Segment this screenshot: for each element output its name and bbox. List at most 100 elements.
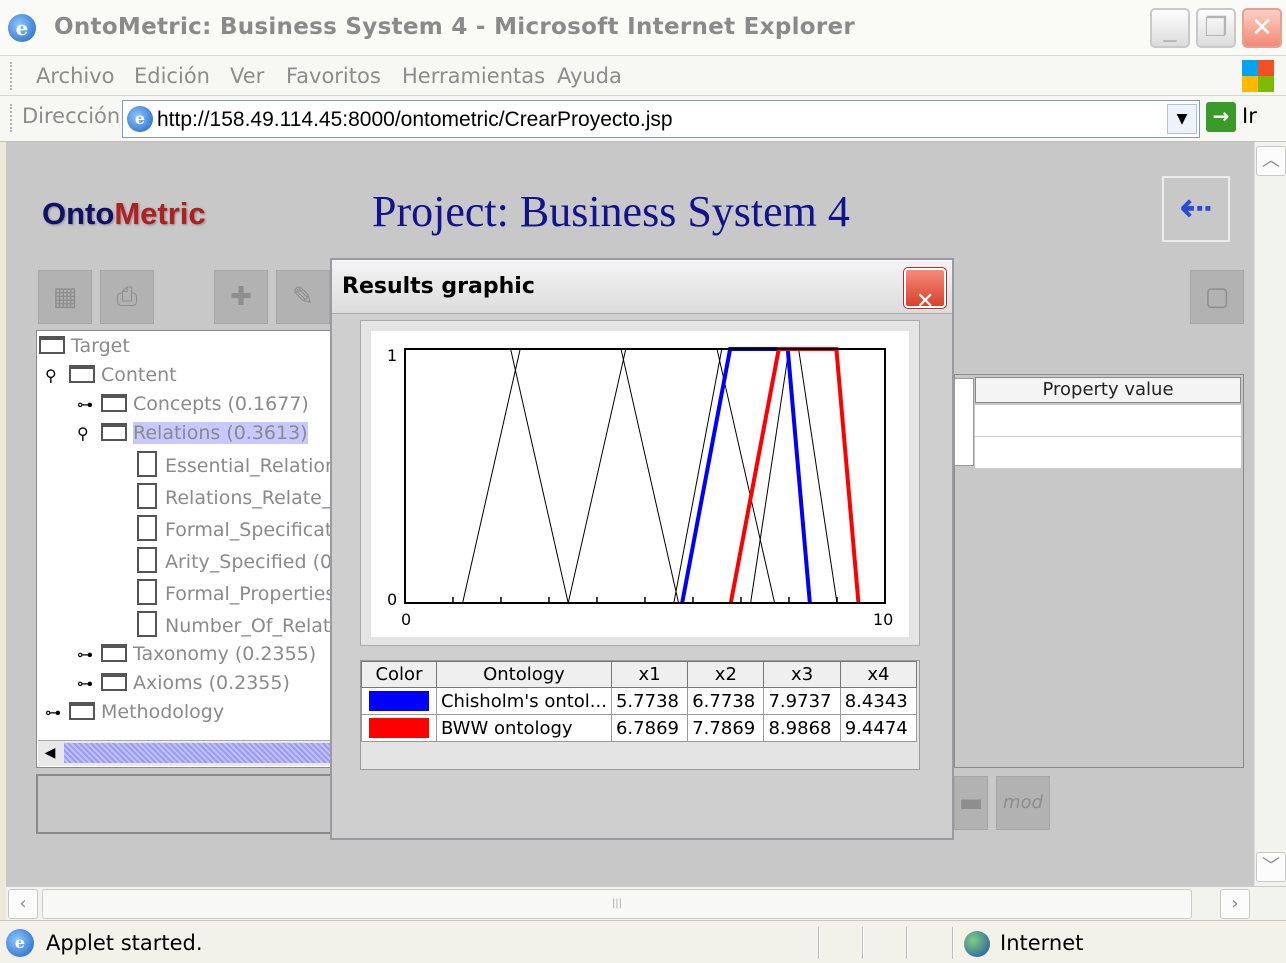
back-arrow-icon: ⇠: [1179, 185, 1213, 231]
address-bar: Dirección e http://158.49.114.45:8000/on…: [0, 96, 1286, 142]
go-button[interactable]: Ir: [1242, 104, 1257, 128]
security-zone: Internet: [1000, 931, 1084, 955]
tree-item-arity-specified[interactable]: Arity_Specified (0.1: [137, 547, 350, 573]
folder-icon: [69, 702, 95, 720]
delete-button[interactable]: ▬: [954, 776, 988, 830]
y-tick-label-min: 0: [387, 590, 397, 609]
modify-button[interactable]: mod: [996, 776, 1050, 830]
floppy-icon: ▦: [52, 282, 78, 312]
dialog-title-bar[interactable]: Results graphic ✕: [332, 260, 952, 314]
ontology-cell: BWW ontology: [435, 714, 612, 742]
results-graphic-dialog: Results graphic ✕ 1 0 0 10 Color Ontolog…: [330, 258, 954, 840]
column-header-x2[interactable]: x2: [687, 661, 765, 688]
color-cell: [361, 714, 437, 742]
tree-item-formal-properties[interactable]: Formal_Properties: [137, 579, 335, 605]
expanded-node-icon[interactable]: ⚲: [77, 424, 93, 443]
ontology-tree[interactable]: Target ⚲ Content ⊶ Concepts (0.1677) ⚲ Rela…: [36, 330, 350, 768]
column-header-x1[interactable]: x1: [610, 661, 689, 688]
menu-edicion[interactable]: Edición: [134, 64, 210, 88]
scroll-down-icon[interactable]: ﹀: [1256, 852, 1286, 882]
x2-cell: 6.7738: [687, 687, 765, 715]
window-title-bar[interactable]: e OntoMetric: Business System 4 - Micros…: [0, 0, 1286, 56]
tree-item-methodology[interactable]: ⊶ Methodology: [45, 701, 224, 723]
folder-icon: [69, 365, 95, 383]
tree-item-relations-relate[interactable]: Relations_Relate_: [137, 483, 331, 509]
dialog-close-button[interactable]: ✕: [903, 267, 947, 314]
fullscreen-button[interactable]: ▢: [1190, 270, 1244, 324]
series-line: [728, 347, 861, 604]
vertical-scrollbar[interactable]: ︿ ﹀: [1254, 142, 1286, 886]
address-grip[interactable]: [10, 104, 13, 132]
x1-cell: 5.7738: [610, 687, 689, 715]
scroll-left-icon[interactable]: ‹: [8, 889, 38, 919]
tree-item-formal-specification[interactable]: Formal_Specificati: [137, 515, 338, 541]
x2-cell: 7.7869: [687, 714, 765, 742]
color-swatch: [368, 718, 429, 738]
horizontal-scrollbar[interactable]: ‹ ||| ›: [6, 886, 1286, 920]
tree-item-axioms[interactable]: ⊶ Axioms (0.2355): [77, 672, 290, 694]
property-value-header[interactable]: Property value: [975, 377, 1241, 403]
print-button[interactable]: ⎙: [100, 270, 154, 324]
menu-herramientas[interactable]: Herramientas: [402, 64, 545, 88]
scroll-left-icon[interactable]: ◀: [40, 743, 60, 763]
minimize-button[interactable]: _: [1150, 8, 1190, 48]
collapsed-node-icon[interactable]: ⊶: [77, 395, 93, 414]
x4-cell: 8.4343: [839, 687, 918, 715]
address-url: http://158.49.114.45:8000/ontometric/Cre…: [157, 108, 673, 131]
menu-archivo[interactable]: Archivo: [36, 64, 115, 88]
scroll-thumb[interactable]: [64, 743, 330, 763]
maximize-button[interactable]: ❐: [1196, 8, 1236, 48]
status-divider: [906, 927, 908, 959]
tree-horizontal-scrollbar[interactable]: ◀: [38, 740, 336, 766]
back-button[interactable]: ⇠: [1162, 176, 1230, 242]
tree-item-number-of-relations[interactable]: Number_Of_Relat: [137, 611, 330, 637]
color-cell: [361, 687, 437, 715]
toolbar-grip[interactable]: [10, 62, 13, 90]
address-dropdown-button[interactable]: ▼: [1167, 104, 1197, 134]
reference-membership-line: [673, 348, 723, 604]
folder-icon: [101, 673, 127, 691]
tree-item-essential-relation[interactable]: Essential_Relation: [137, 451, 337, 477]
ie-logo-icon: e: [8, 14, 36, 42]
go-arrow-icon[interactable]: →: [1206, 102, 1236, 132]
menu-ver[interactable]: Ver: [230, 64, 264, 88]
column-header-x3[interactable]: x3: [763, 661, 841, 688]
status-text: Applet started.: [46, 931, 203, 955]
tree-item-taxonomy[interactable]: ⊶ Taxonomy (0.2355): [77, 643, 316, 665]
close-icon: ✕: [916, 289, 935, 314]
x4-cell: 9.4474: [839, 714, 918, 742]
table-row[interactable]: BWW ontology 6.7869 7.7869 8.9868 9.4474: [361, 714, 918, 742]
edit-button[interactable]: ✎: [276, 270, 330, 324]
chart-frame: 1 0 0 10: [360, 320, 920, 646]
table-row[interactable]: Chisholm's ontol... 5.7738 6.7738 7.9737…: [361, 687, 918, 715]
folder-icon: [39, 336, 65, 354]
reference-membership-line: [716, 348, 776, 604]
tree-item-target[interactable]: Target: [39, 335, 130, 357]
menu-ayuda[interactable]: Ayuda: [557, 64, 622, 88]
table-row[interactable]: [975, 437, 1241, 469]
collapsed-node-icon[interactable]: ⊶: [77, 674, 93, 693]
tree-item-concepts[interactable]: ⊶ Concepts (0.1677): [77, 393, 309, 415]
collapsed-node-icon[interactable]: ⊶: [45, 703, 61, 722]
tree-item-relations[interactable]: ⚲ Relations (0.3613): [77, 422, 308, 444]
window-title: OntoMetric: Business System 4 - Microsof…: [54, 14, 856, 40]
close-window-button[interactable]: ✕: [1242, 8, 1282, 48]
results-table-panel: Color Ontology x1 x2 x3 x4 Chisholm's on…: [360, 660, 920, 770]
column-header-ontology[interactable]: Ontology: [435, 661, 612, 688]
scroll-up-icon[interactable]: ︿: [1256, 146, 1286, 176]
page-icon: e: [127, 106, 153, 132]
scroll-right-icon[interactable]: ›: [1220, 889, 1250, 919]
dialog-title: Results graphic: [342, 274, 535, 299]
column-header-color[interactable]: Color: [361, 661, 437, 688]
menu-favoritos[interactable]: Favoritos: [286, 64, 381, 88]
status-divider: [862, 927, 864, 959]
save-button[interactable]: ▦: [38, 270, 92, 324]
address-input[interactable]: e http://158.49.114.45:8000/ontometric/C…: [122, 100, 1200, 138]
table-row[interactable]: [975, 405, 1241, 437]
collapsed-node-icon[interactable]: ⊶: [77, 645, 93, 664]
add-button[interactable]: ✚: [214, 270, 268, 324]
scroll-thumb[interactable]: |||: [42, 889, 1192, 919]
column-header-x4[interactable]: x4: [839, 661, 918, 688]
expanded-node-icon[interactable]: ⚲: [45, 366, 61, 385]
tree-item-content[interactable]: ⚲ Content: [45, 364, 177, 386]
